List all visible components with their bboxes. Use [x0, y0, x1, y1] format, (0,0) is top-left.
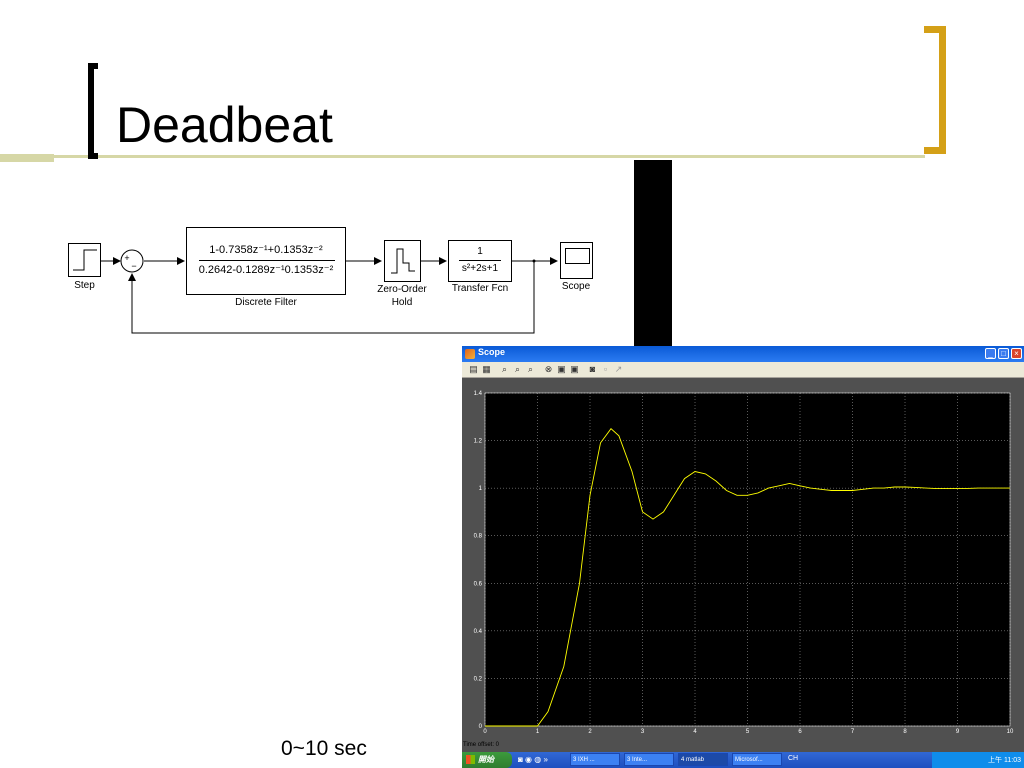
plot-background [484, 392, 1011, 727]
transfer-fcn-block[interactable]: 1 s²+2s+1 [448, 240, 512, 282]
x-tick-label: 10 [1007, 729, 1014, 735]
right-bracket-decoration [924, 26, 946, 154]
lock-icon[interactable]: ▫ [600, 364, 611, 375]
tf-fraction-line [459, 260, 501, 261]
time-range-caption: 0~10 sec [281, 737, 367, 760]
taskbar-item-4[interactable]: Microsof... [732, 753, 782, 766]
scope-toolbar: ▤ ▦ ⌕ ⌕ ⌕ ⊗ ▣ ▣ ◙ ▫ ↗ [462, 362, 1024, 378]
start-label: 開始 [478, 755, 494, 764]
x-tick-label: 5 [746, 729, 750, 735]
zero-order-hold-block[interactable] [384, 240, 421, 282]
zoom-y-icon[interactable]: ⌕ [525, 364, 536, 375]
minimize-button[interactable]: _ [985, 348, 996, 359]
scope-label: Scope [561, 281, 591, 292]
y-tick-label: 0.6 [474, 581, 483, 587]
simulink-diagram: Step + − 1-0.7358z⁻¹+0.1353z⁻² 0.2642-0.… [0, 0, 634, 345]
zoh-label-line1: Zero-Order [377, 284, 427, 295]
windows-logo-icon [466, 755, 475, 764]
filter-numerator: 1-0.7358z⁻¹+0.1353z⁻² [209, 244, 323, 256]
zoom-icon[interactable]: ⌕ [499, 364, 510, 375]
x-tick-label: 4 [693, 729, 697, 735]
matlab-logo-icon [465, 349, 475, 359]
discrete-filter-block[interactable]: 1-0.7358z⁻¹+0.1353z⁻² 0.2642-0.1289z⁻¹0.… [186, 227, 346, 295]
black-bar-decoration [634, 160, 672, 348]
y-tick-label: 1.2 [474, 439, 483, 445]
step-block[interactable] [68, 243, 101, 277]
step-label: Step [74, 280, 95, 291]
zoh-icon [391, 248, 415, 274]
scope-titlebar[interactable]: Scope _ □ × [462, 346, 1024, 362]
filter-denominator: 0.2642-0.1289z⁻¹0.1353z⁻² [198, 264, 334, 276]
x-tick-label: 0 [483, 729, 487, 735]
filter-fraction-line [199, 260, 335, 261]
x-tick-label: 8 [903, 729, 907, 735]
y-tick-label: 0.4 [474, 629, 483, 635]
quick-launch-icons[interactable]: ◙ ◉ ◍ » [518, 755, 562, 765]
scope-screen-icon [565, 248, 590, 264]
x-tick-label: 3 [641, 729, 645, 735]
restore-axes-icon[interactable]: ▣ [569, 364, 580, 375]
scope-plot-area: 0 1 2 3 4 5 6 7 8 9 10 0 0.2 0.4 0.6 0.8 1 1.2 1.4 [462, 378, 1024, 756]
floating-icon[interactable]: ◙ [587, 364, 598, 375]
y-tick-label: 0.2 [474, 676, 483, 682]
y-tick-label: 1 [479, 486, 483, 492]
y-tick-label: 0.8 [474, 534, 483, 540]
scope-window-title: Scope [478, 347, 506, 357]
x-tick-label: 7 [851, 729, 855, 735]
start-button[interactable]: 開始 [462, 752, 512, 768]
filter-label: Discrete Filter [235, 297, 297, 308]
tf-denominator: s²+2s+1 [461, 263, 499, 274]
save-axes-icon[interactable]: ▣ [556, 364, 567, 375]
x-tick-label: 9 [956, 729, 960, 735]
taskbar-item-1[interactable]: 3 IXH ... [570, 753, 620, 766]
language-indicator[interactable]: CH [788, 755, 798, 762]
taskbar-item-3[interactable]: 4 matlab [678, 753, 728, 766]
x-tick-label: 6 [798, 729, 802, 735]
y-tick-label: 1.4 [474, 391, 483, 397]
taskbar-item-2[interactable]: 3 Inte... [624, 753, 674, 766]
clock: 上午 11:03 [988, 757, 1021, 764]
tf-numerator: 1 [477, 246, 483, 257]
x-tick-label: 1 [536, 729, 540, 735]
scope-window: Scope _ □ × ▤ ▦ ⌕ ⌕ ⌕ ⊗ ▣ ▣ ◙ ▫ ↗ 0 1 2 3 4 5… [462, 346, 1024, 768]
close-button[interactable]: × [1011, 348, 1022, 359]
windows-taskbar: 開始 ◙ ◉ ◍ » 3 IXH ... 3 Inte... 4 matlab … [462, 752, 1024, 768]
zoh-label-line2: Hold [391, 297, 413, 308]
print-icon[interactable]: ▤ [468, 364, 479, 375]
scope-chart: 0 1 2 3 4 5 6 7 8 9 10 0 0.2 0.4 0.6 0.8 1 1.2 1.4 [474, 391, 1014, 735]
x-tick-label: 2 [588, 729, 592, 735]
time-offset-label: Time offset: 0 [463, 742, 500, 748]
sum-minus-sign: − [131, 261, 137, 271]
tray-area: 上午 11:03 [932, 752, 1024, 768]
params-icon[interactable]: ▦ [481, 364, 492, 375]
y-tick-label: 0 [479, 724, 483, 730]
zoom-x-icon[interactable]: ⌕ [512, 364, 523, 375]
scope-block[interactable] [560, 242, 593, 279]
autoscale-icon[interactable]: ⊗ [543, 364, 554, 375]
step-icon [73, 249, 97, 271]
signal-select-icon[interactable]: ↗ [613, 364, 624, 375]
maximize-button[interactable]: □ [998, 348, 1009, 359]
tf-label: Transfer Fcn [451, 283, 509, 294]
